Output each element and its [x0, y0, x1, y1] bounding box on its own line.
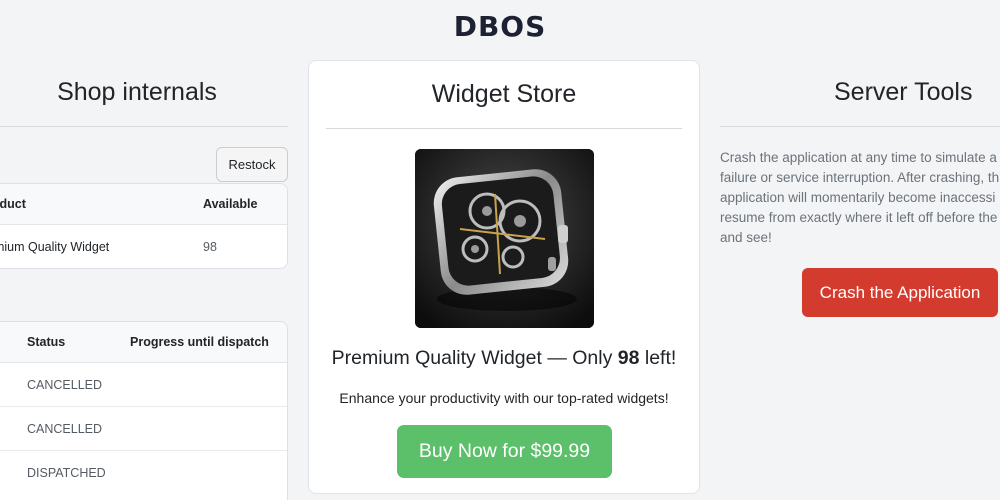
crash-application-button[interactable]: Crash the Application: [802, 268, 998, 317]
product-availability-prefix: Premium Quality Widget — Only: [331, 347, 618, 369]
order-status-cell: CANCELLED: [27, 378, 103, 392]
product-availability-suffix: left!: [639, 347, 677, 369]
orders-table: Status Progress until dispatch CANCELLED…: [0, 321, 288, 500]
app-page: DBOS Shop internals y Restock roduct Ava…: [0, 0, 1000, 500]
store-divider: [326, 128, 682, 129]
dbos-logo: DBOS: [453, 10, 547, 43]
widget-store-title: Widget Store: [431, 80, 577, 108]
crash-description-line: and see!: [720, 230, 772, 245]
shop-internals-panel: Shop internals y Restock roduct Availabl…: [0, 60, 288, 500]
order-status-cell: CANCELLED: [27, 422, 103, 436]
crash-description-line: failure or service interruption. After c…: [720, 170, 1000, 185]
order-status-cell: DISPATCHED: [27, 466, 106, 480]
crash-description-line: resume from exactly where it left off be…: [720, 210, 998, 225]
column-header-progress: Progress until dispatch: [130, 335, 269, 349]
shop-divider: [0, 126, 288, 127]
widget-store-card: Widget Store Premium Quality Widget — On…: [308, 60, 700, 494]
column-header-status: Status: [27, 335, 66, 349]
crash-description: Crash the application at any time to sim…: [720, 148, 1000, 248]
remaining-count: 98: [617, 347, 640, 369]
server-tools-panel: Server Tools Crash the application at an…: [720, 60, 1000, 500]
restock-button[interactable]: Restock: [216, 147, 288, 182]
product-tagline: Enhance your productivity with our top-r…: [339, 390, 669, 406]
column-header-available: Available: [203, 197, 258, 211]
product-availability: Premium Quality Widget — Only 98 left!: [309, 347, 699, 370]
orders-table-header: Status Progress until dispatch: [0, 322, 287, 363]
table-row: DISPATCHED: [0, 451, 287, 495]
inventory-table: roduct Available emium Quality Widget 98: [0, 183, 288, 269]
table-row: emium Quality Widget 98: [0, 225, 287, 268]
crash-description-line: Crash the application at any time to sim…: [720, 150, 997, 165]
inventory-table-header: roduct Available: [0, 184, 287, 225]
widget-watch-illustration: [415, 149, 594, 328]
available-count-cell: 98: [203, 240, 217, 254]
table-row: CANCELLED: [0, 407, 287, 451]
product-image: [415, 149, 594, 328]
server-divider: [720, 126, 1000, 127]
server-tools-title: Server Tools: [834, 78, 973, 106]
buy-now-button[interactable]: Buy Now for $99.99: [397, 425, 612, 478]
product-name-cell: emium Quality Widget: [0, 240, 110, 254]
column-header-product: roduct: [0, 197, 26, 211]
table-row: CANCELLED: [0, 363, 287, 407]
crash-description-line: application will momentarily become inac…: [720, 190, 996, 205]
shop-internals-title: Shop internals: [57, 78, 217, 106]
